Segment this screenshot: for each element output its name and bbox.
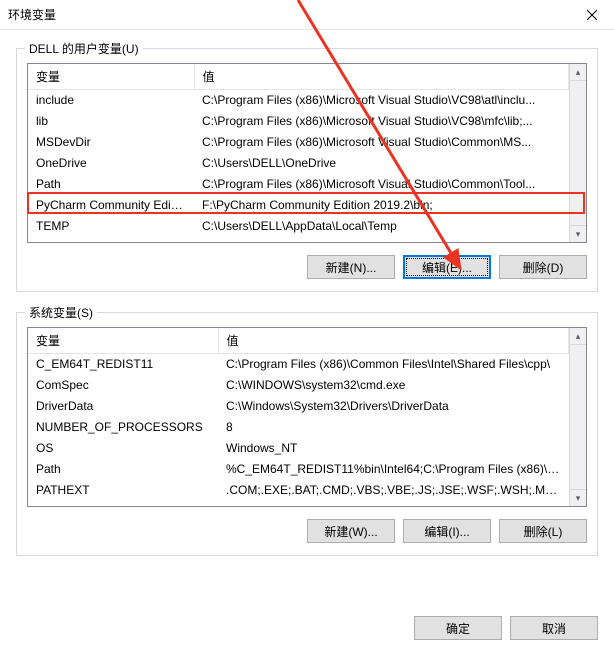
user-vars-table-wrap: 变量 值 includeC:\Program Files (x86)\Micro…: [27, 63, 587, 243]
titlebar: 环境变量: [0, 0, 614, 30]
close-button[interactable]: [569, 0, 614, 30]
user-vars-group: DELL 的用户变量(U) 变量 值 includeC:\Program Fil…: [16, 48, 598, 292]
sys-edit-button[interactable]: 编辑(I)...: [403, 519, 491, 543]
system-vars-table-wrap: 变量 值 C_EM64T_REDIST11C:\Program Files (x…: [27, 327, 587, 507]
scrollbar[interactable]: ▴ ▾: [569, 64, 586, 242]
table-row[interactable]: OSWindows_NT: [28, 438, 569, 459]
ok-button[interactable]: 确定: [414, 616, 502, 640]
table-row[interactable]: Path%C_EM64T_REDIST11%bin\Intel64;C:\Pro…: [28, 459, 569, 480]
table-row[interactable]: DriverDataC:\Windows\System32\Drivers\Dr…: [28, 396, 569, 417]
table-row[interactable]: NUMBER_OF_PROCESSORS8: [28, 417, 569, 438]
table-row[interactable]: PyCharm Community Editi...F:\PyCharm Com…: [28, 195, 569, 216]
close-icon: [587, 10, 597, 20]
table-row[interactable]: PATHEXT.COM;.EXE;.BAT;.CMD;.VBS;.VBE;.JS…: [28, 480, 569, 501]
table-row[interactable]: OneDriveC:\Users\DELL\OneDrive: [28, 153, 569, 174]
user-vars-legend: DELL 的用户变量(U): [25, 40, 143, 57]
table-row[interactable]: C_EM64T_REDIST11C:\Program Files (x86)\C…: [28, 354, 569, 375]
system-vars-table[interactable]: 变量 值 C_EM64T_REDIST11C:\Program Files (x…: [28, 328, 569, 501]
scroll-down-icon[interactable]: ▾: [570, 225, 586, 242]
sys-delete-button[interactable]: 删除(L): [499, 519, 587, 543]
table-row[interactable]: ComSpecC:\WINDOWS\system32\cmd.exe: [28, 375, 569, 396]
table-row[interactable]: includeC:\Program Files (x86)\Microsoft …: [28, 90, 569, 111]
user-col-val[interactable]: 值: [194, 64, 569, 90]
system-vars-group: 系统变量(S) 变量 值 C_EM64T_REDIST11C:\Program …: [16, 312, 598, 556]
table-row[interactable]: TEMPC:\Users\DELL\AppData\Local\Temp: [28, 216, 569, 237]
cancel-button[interactable]: 取消: [510, 616, 598, 640]
scroll-down-icon[interactable]: ▾: [570, 489, 586, 506]
window-title: 环境变量: [8, 6, 56, 23]
table-row[interactable]: libC:\Program Files (x86)\Microsoft Visu…: [28, 111, 569, 132]
user-edit-button[interactable]: 编辑(E)...: [403, 255, 491, 279]
user-delete-button[interactable]: 删除(D): [499, 255, 587, 279]
user-new-button[interactable]: 新建(N)...: [307, 255, 395, 279]
scrollbar[interactable]: ▴ ▾: [569, 328, 586, 506]
table-row-path[interactable]: PathC:\Program Files (x86)\Microsoft Vis…: [28, 174, 569, 195]
sys-new-button[interactable]: 新建(W)...: [307, 519, 395, 543]
sys-col-val[interactable]: 值: [218, 328, 569, 354]
scroll-up-icon[interactable]: ▴: [570, 328, 586, 345]
system-vars-legend: 系统变量(S): [25, 304, 97, 321]
sys-col-var[interactable]: 变量: [28, 328, 218, 354]
user-vars-table[interactable]: 变量 值 includeC:\Program Files (x86)\Micro…: [28, 64, 569, 237]
scroll-up-icon[interactable]: ▴: [570, 64, 586, 81]
user-col-var[interactable]: 变量: [28, 64, 194, 90]
table-row[interactable]: MSDevDirC:\Program Files (x86)\Microsoft…: [28, 132, 569, 153]
